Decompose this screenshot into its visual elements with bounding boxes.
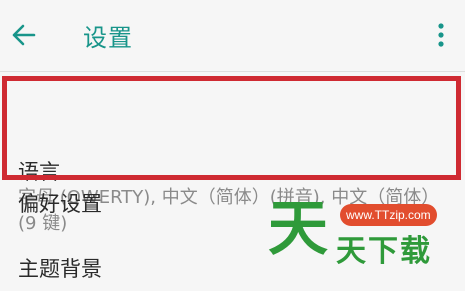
- settings-screen: 设置 语言 字母 (QWERTY), 中文（简体）(拼音), 中文（简体）(9 …: [0, 0, 465, 291]
- theme-setting-item[interactable]: 主题背景: [18, 253, 102, 283]
- watermark-big-char: 天: [268, 194, 328, 264]
- site-watermark: 天 www.TTzip.com 天下载: [268, 192, 463, 291]
- language-setting-item[interactable]: 语言 字母 (QWERTY), 中文（简体）(拼音), 中文（简体）(9 键): [0, 74, 465, 234]
- more-vertical-icon-graphic: [438, 23, 444, 47]
- arrow-left-icon-graphic: [12, 24, 36, 46]
- preferences-setting-item[interactable]: 偏好设置: [18, 188, 102, 218]
- page-title: 设置: [83, 24, 133, 52]
- language-title: 语言: [18, 160, 60, 184]
- arrow-left-icon[interactable]: [10, 22, 36, 48]
- watermark-text: 天下载: [336, 234, 432, 269]
- more-vertical-icon[interactable]: [437, 22, 445, 48]
- toolbar: 设置: [0, 0, 465, 72]
- watermark-url-badge: www.TTzip.com: [340, 204, 437, 226]
